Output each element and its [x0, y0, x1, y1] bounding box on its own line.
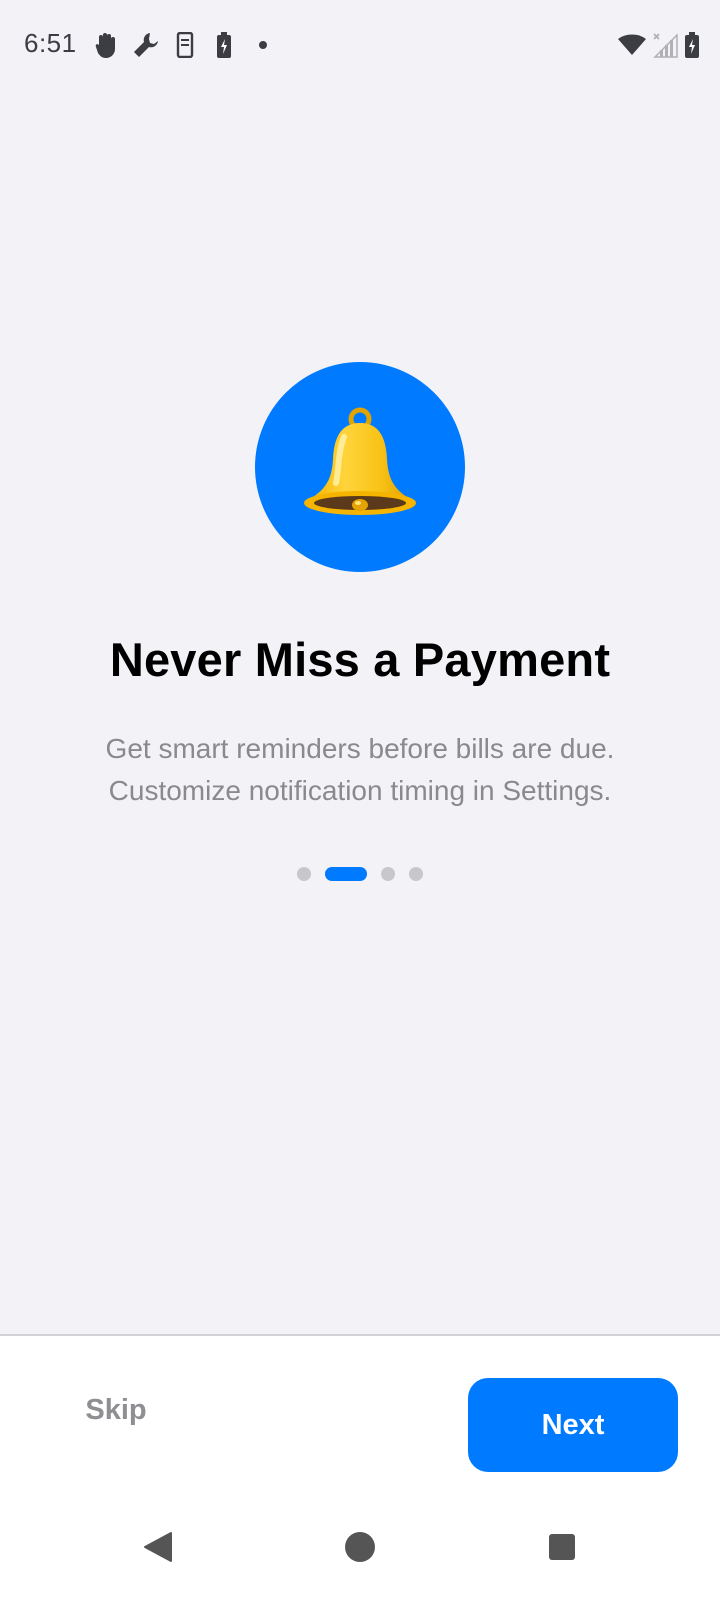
- skip-button[interactable]: Skip: [60, 1380, 172, 1440]
- battery-saver-icon: [209, 30, 239, 60]
- subtitle-line: Customize notification timing in Setting…: [108, 775, 612, 806]
- hand-icon: [92, 30, 122, 60]
- page-dot-1: [297, 867, 311, 881]
- status-time: 6:51: [24, 28, 77, 58]
- home-button[interactable]: [335, 1524, 385, 1574]
- status-bar: 6:51: [0, 0, 720, 90]
- page-dot-4: [409, 867, 423, 881]
- hero-icon-circle: [255, 362, 465, 572]
- onboarding-screen: 6:51 Never Miss a Payment Get smart remi…: [0, 0, 720, 1600]
- subtitle-line: Get smart reminders before bills are due…: [105, 733, 615, 764]
- home-icon: [344, 1531, 376, 1568]
- status-notification-icons: [92, 28, 287, 62]
- recents-icon: [548, 1533, 576, 1566]
- dot-icon: [248, 30, 278, 60]
- battery-icon: [684, 31, 700, 59]
- system-nav-bar: [0, 1494, 720, 1600]
- phone-icon: [170, 30, 200, 60]
- wrench-icon: [131, 30, 161, 60]
- bottom-action-bar: Skip Next: [0, 1334, 720, 1496]
- signal-icon: [652, 32, 678, 58]
- bell-icon: [300, 407, 420, 528]
- page-indicator: [0, 867, 720, 881]
- page-dot-2-active: [325, 867, 367, 881]
- page-dot-3: [381, 867, 395, 881]
- back-icon: [143, 1531, 173, 1568]
- wifi-icon: [618, 34, 646, 56]
- status-system-icons: [612, 28, 700, 62]
- page-title: Never Miss a Payment: [109, 633, 611, 686]
- back-button[interactable]: [133, 1524, 183, 1574]
- recents-button[interactable]: [537, 1524, 587, 1574]
- page-subtitle: Get smart reminders before bills are due…: [40, 728, 680, 812]
- next-button-label: Next: [541, 1408, 605, 1441]
- next-button[interactable]: Next: [468, 1378, 678, 1472]
